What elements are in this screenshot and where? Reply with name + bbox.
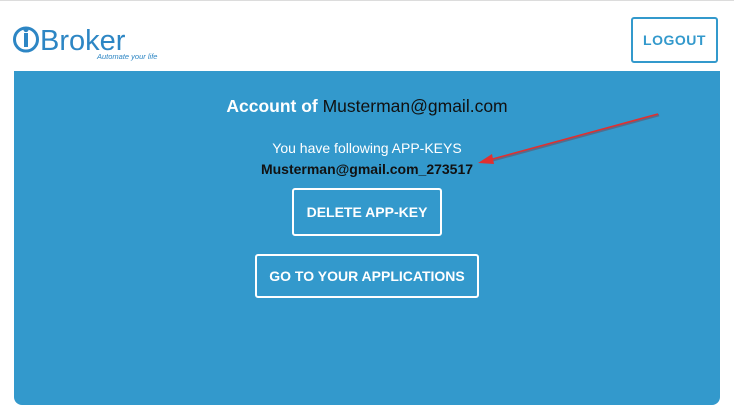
- header: Broker Automate your life LOGOUT: [0, 1, 734, 71]
- account-panel: Account of Musterman@gmail.com You have …: [14, 71, 720, 405]
- iobroker-logo-icon[interactable]: Broker Automate your life: [13, 25, 173, 65]
- logout-button[interactable]: LOGOUT: [631, 17, 718, 63]
- go-to-applications-button[interactable]: GO TO YOUR APPLICATIONS: [255, 254, 479, 298]
- app-key-value: Musterman@gmail.com_273517: [260, 161, 474, 177]
- app-keys-label: You have following APP-KEYS: [272, 140, 462, 156]
- account-heading: Account of Musterman@gmail.com: [14, 96, 720, 117]
- page: Broker Automate your life LOGOUT Account…: [0, 0, 734, 413]
- account-email: Musterman@gmail.com: [322, 96, 508, 116]
- logo-tagline: Automate your life: [96, 52, 157, 61]
- delete-app-key-button[interactable]: DELETE APP-KEY: [292, 188, 442, 236]
- account-heading-label: Account of: [226, 96, 323, 116]
